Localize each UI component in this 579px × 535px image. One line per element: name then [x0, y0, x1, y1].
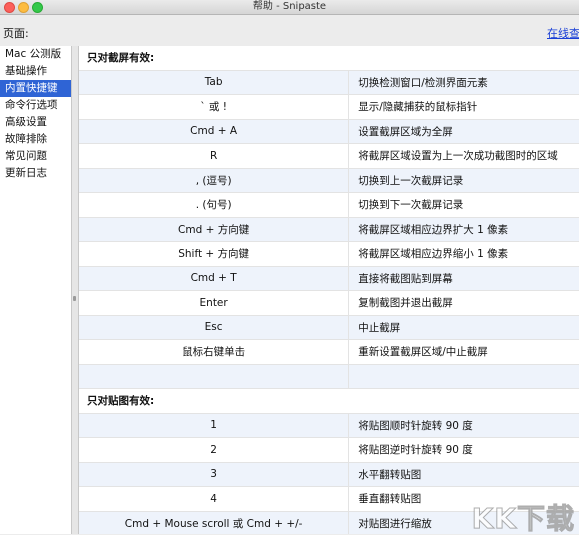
shortcut-row: Cmd + A 设置截屏区域为全屏 [79, 119, 579, 144]
sidebar-item-mac-beta[interactable]: Mac 公测版 [0, 46, 71, 63]
sidebar-item-changelog[interactable]: 更新日志 [0, 165, 71, 182]
sidebar-item-basic-operations[interactable]: 基础操作 [0, 63, 71, 80]
shortcut-description: 将贴图逆时针旋转 90 度 [348, 437, 579, 463]
spacer-row [79, 364, 579, 389]
title-bar: 帮助 - Snipaste [0, 0, 579, 15]
shortcut-row: R 将截屏区域设置为上一次成功截图时的区域 [79, 143, 579, 169]
shortcuts-table: 只对截屏有效: Tab 切换检测窗口/检测界面元素 ` 或 ! 显示/隐藏捕获的鼠标指… [79, 46, 579, 534]
online-help-link[interactable]: 在线查 [547, 25, 579, 41]
shortcut-key: 3 [79, 462, 350, 487]
window-title: 帮助 - Snipaste [252, 1, 327, 12]
shortcut-key: Cmd + Mouse scroll 或 Cmd + +/- [79, 511, 350, 534]
shortcut-row: Shift + 方向键 将截屏区域相应边界缩小 1 像素 [79, 241, 579, 267]
sidebar-item-faq[interactable]: 常见问题 [0, 148, 71, 165]
sidebar: Mac 公测版 基础操作 内置快捷键 命令行选项 高级设置 故障排除 常见问题 … [0, 46, 72, 534]
shortcut-key: , (逗号) [79, 168, 350, 193]
shortcut-key: ` 或 ! [79, 94, 350, 120]
section-header-paste: 只对贴图有效: [79, 388, 579, 414]
shortcut-key: 4 [79, 486, 350, 512]
watermark-logo: KK下载 [471, 502, 575, 535]
shortcut-description: 切换检测窗口/检测界面元素 [348, 70, 579, 95]
shortcut-description: 将贴图顺时针旋转 90 度 [348, 413, 579, 438]
shortcut-row: . (句号) 切换到下一次截屏记录 [79, 192, 579, 218]
shortcut-row: Esc 中止截屏 [79, 315, 579, 340]
shortcut-description: 水平翻转贴图 [348, 462, 579, 487]
shortcut-description: 复制截图并退出截屏 [348, 290, 579, 316]
shortcuts-content: 只对截屏有效: Tab 切换检测窗口/检测界面元素 ` 或 ! 显示/隐藏捕获的鼠标指… [78, 46, 579, 534]
shortcut-row: 鼠标右键单击 重新设置截屏区域/中止截屏 [79, 339, 579, 365]
shortcut-row: 3 水平翻转贴图 [79, 462, 579, 487]
shortcut-description: 将截屏区域设置为上一次成功截图时的区域 [348, 143, 579, 169]
shortcut-key: Shift + 方向键 [79, 241, 350, 267]
sidebar-item-command-line-options[interactable]: 命令行选项 [0, 97, 71, 114]
shortcut-description: 设置截屏区域为全屏 [348, 119, 579, 144]
shortcut-description: 切换到下一次截屏记录 [348, 192, 579, 218]
shortcut-key: Cmd + A [79, 119, 350, 144]
shortcut-key: 鼠标右键单击 [79, 339, 350, 365]
shortcut-key: . (句号) [79, 192, 350, 218]
shortcut-key: Cmd + 方向键 [79, 217, 350, 242]
shortcut-row: Enter 复制截图并退出截屏 [79, 290, 579, 316]
shortcut-row: 1 将贴图顺时针旋转 90 度 [79, 413, 579, 438]
shortcut-row: Cmd + T 直接将截图贴到屏幕 [79, 266, 579, 291]
shortcut-description: 显示/隐藏捕获的鼠标指针 [348, 94, 579, 120]
shortcut-key: 2 [79, 437, 350, 463]
sidebar-item-troubleshooting[interactable]: 故障排除 [0, 131, 71, 148]
shortcut-row: , (逗号) 切换到上一次截屏记录 [79, 168, 579, 193]
shortcut-description: 将截屏区域相应边界扩大 1 像素 [348, 217, 579, 242]
sidebar-item-advanced-settings[interactable]: 高级设置 [0, 114, 71, 131]
page-label: 页面: [3, 27, 29, 40]
shortcut-key: Cmd + T [79, 266, 350, 291]
shortcut-row: Tab 切换检测窗口/检测界面元素 [79, 70, 579, 95]
shortcut-row: ` 或 ! 显示/隐藏捕获的鼠标指针 [79, 94, 579, 120]
shortcut-row: 2 将贴图逆时针旋转 90 度 [79, 437, 579, 463]
shortcut-key: Tab [79, 70, 350, 95]
sidebar-item-builtin-shortcuts[interactable]: 内置快捷键 [0, 80, 71, 97]
shortcut-description: 重新设置截屏区域/中止截屏 [348, 339, 579, 365]
shortcut-key: 1 [79, 413, 350, 438]
shortcut-description: 中止截屏 [348, 315, 579, 340]
shortcut-row: Cmd + 方向键 将截屏区域相应边界扩大 1 像素 [79, 217, 579, 242]
shortcut-description: 直接将截图贴到屏幕 [348, 266, 579, 291]
toolbar: 页面: 在线查 [0, 15, 579, 46]
shortcut-key: R [79, 143, 350, 169]
section-header-screenshot: 只对截屏有效: [79, 46, 579, 71]
shortcut-description: 切换到上一次截屏记录 [348, 168, 579, 193]
shortcut-key: Enter [79, 290, 350, 316]
shortcut-key: Esc [79, 315, 350, 340]
shortcut-description: 将截屏区域相应边界缩小 1 像素 [348, 241, 579, 267]
splitter-grip [73, 296, 76, 301]
